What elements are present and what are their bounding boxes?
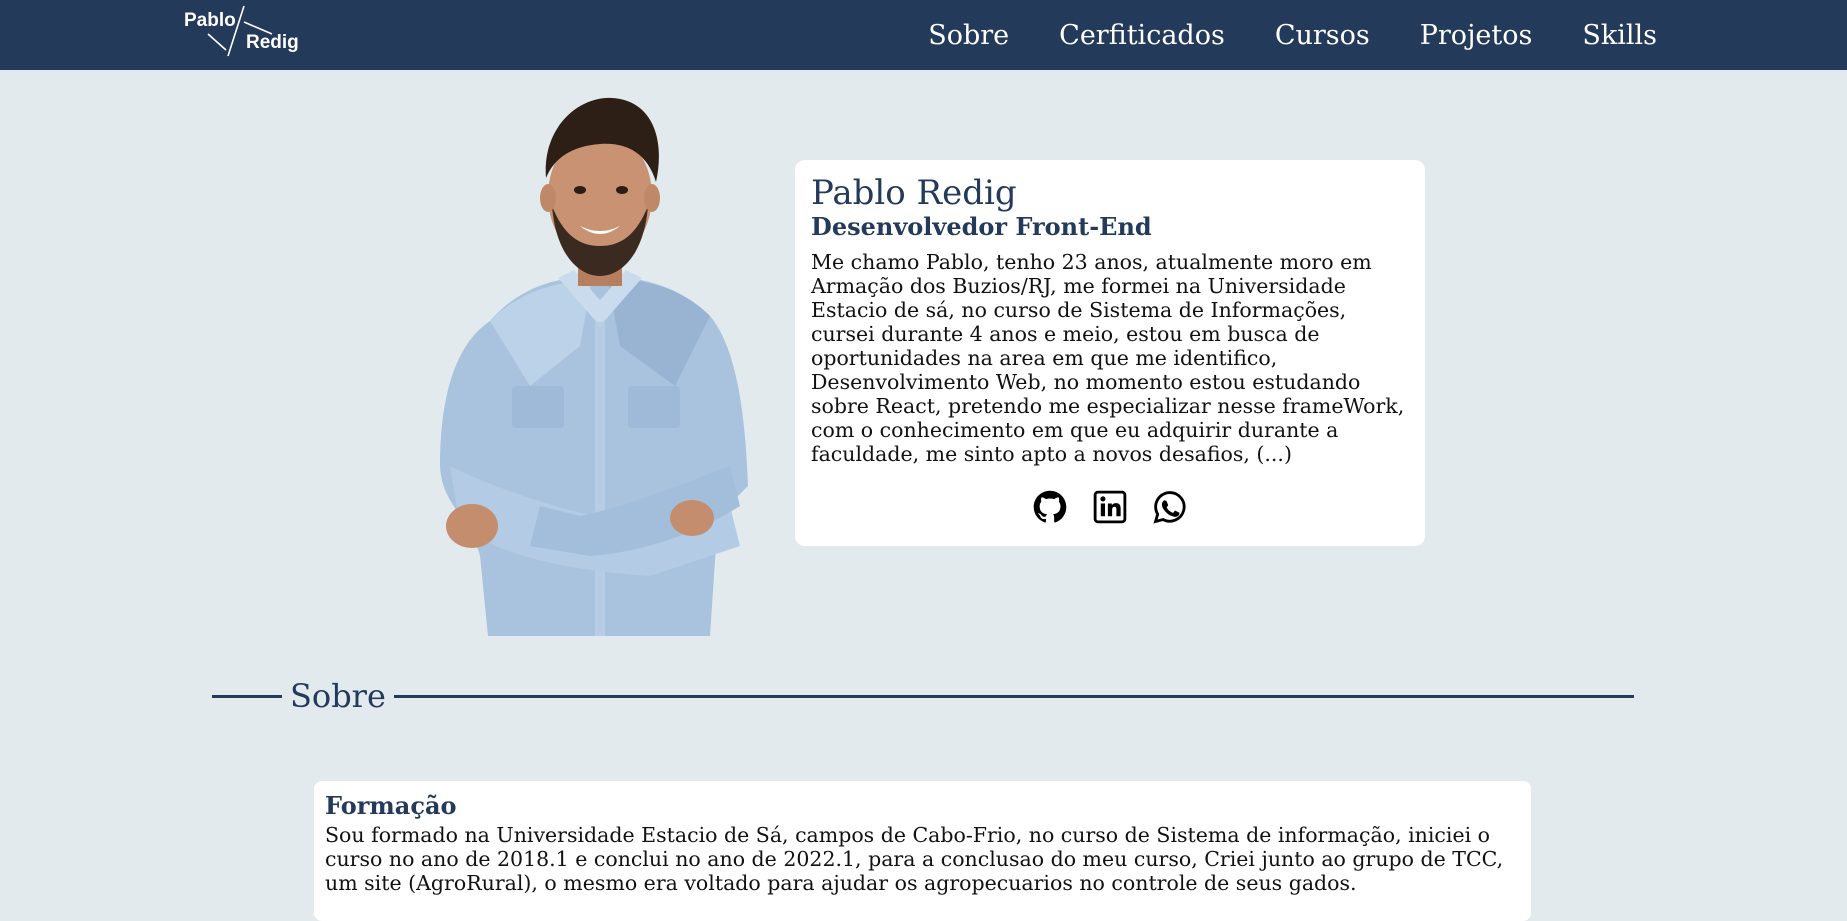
navbar: Pablo Redig Sobre Cerfiticados Cursos Pr… — [0, 0, 1847, 70]
profile-bio: Me chamo Pablo, tenho 23 anos, atualment… — [811, 250, 1405, 466]
formacao-title: Formação — [325, 791, 457, 820]
logo-text-bottom: Redig — [246, 32, 299, 53]
section-heading-sobre: Sobre — [212, 672, 1634, 720]
profile-photo — [430, 86, 750, 636]
nav-menu: Sobre Cerfiticados Cursos Projetos Skill… — [928, 0, 1657, 70]
nav-link-cursos[interactable]: Cursos — [1275, 20, 1370, 51]
nav-link-sobre[interactable]: Sobre — [928, 20, 1009, 51]
formacao-card: Formação Sou formado na Universidade Est… — [314, 781, 1531, 921]
formacao-text: Sou formado na Universidade Estacio de S… — [325, 823, 1504, 895]
logo-text-top: Pablo — [184, 10, 236, 31]
section-title: Sobre — [290, 677, 386, 715]
nav-link-certificados[interactable]: Cerfiticados — [1059, 20, 1225, 51]
profile-name: Pablo Redig — [811, 173, 1017, 213]
nav-link-skills[interactable]: Skills — [1582, 20, 1657, 51]
whatsapp-icon[interactable] — [1153, 490, 1187, 524]
nav-link-projetos[interactable]: Projetos — [1420, 20, 1533, 51]
profile-role: Desenvolvedor Front-End — [811, 212, 1152, 241]
social-links — [795, 490, 1425, 524]
profile-card: Pablo Redig Desenvolvedor Front-End Me c… — [795, 160, 1425, 546]
heading-divider-right — [393, 694, 1634, 698]
linkedin-icon[interactable] — [1093, 490, 1127, 524]
logo[interactable]: Pablo Redig — [182, 4, 306, 60]
github-icon[interactable] — [1033, 490, 1067, 524]
heading-divider-left — [212, 694, 282, 698]
